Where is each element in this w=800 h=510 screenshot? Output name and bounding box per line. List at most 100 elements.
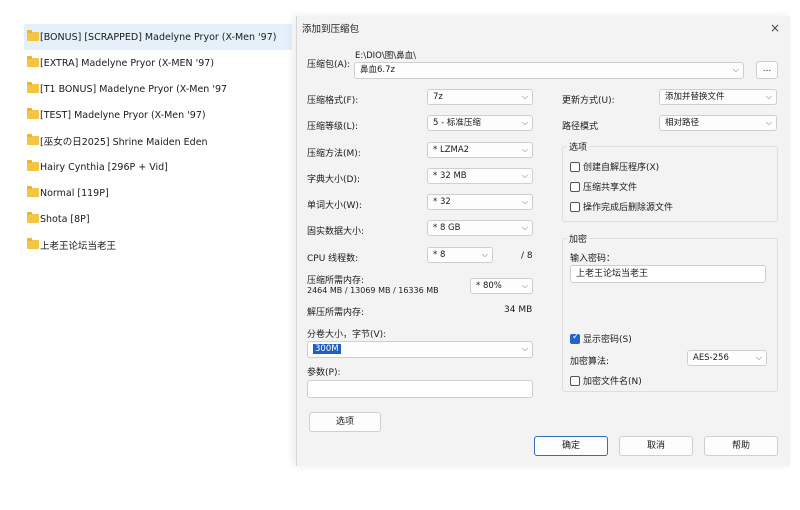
file-name: Hairy Cynthia [296P + Vid] <box>40 161 168 173</box>
archive-label: 压缩包(A): <box>307 60 351 70</box>
shared-label: 压缩共享文件 <box>583 183 638 193</box>
threads-max: / 8 <box>521 251 533 261</box>
file-name: [EXTRA] Madelyne Pryor (X-MEN '97) <box>40 57 215 69</box>
folder-icon <box>27 30 39 41</box>
solid-combo[interactable]: * 8 GB ⌵ <box>427 220 533 236</box>
level-combo[interactable]: 5 - 标准压缩 ⌵ <box>427 115 533 131</box>
archive-path: E:\DIO\图\鼻血\ <box>355 51 416 61</box>
path-label: 路径模式 <box>562 122 599 132</box>
show-password-checkbox[interactable]: 显示密码(S) <box>570 332 632 345</box>
update-label: 更新方式(U): <box>562 96 615 106</box>
mem-percent-combo[interactable]: * 80% ⌵ <box>470 278 533 294</box>
delete-label: 操作完成后删除源文件 <box>583 203 674 213</box>
add-to-archive-dialog: 添加到压缩包 × 压缩包(A): E:\DIO\图\鼻血\ 鼻血6.7z ⌵ ..… <box>296 16 790 466</box>
chevron-down-icon: ⌵ <box>765 92 772 101</box>
mem-percent-value: * 80% <box>476 281 502 291</box>
file-name: Shota [8P] <box>40 213 90 225</box>
mem-decomp-value: 34 MB <box>504 305 533 315</box>
word-combo[interactable]: * 32 ⌵ <box>427 194 533 210</box>
sfx-checkbox[interactable]: 创建自解压程序(X) <box>570 160 659 173</box>
file-item[interactable]: Hairy Cynthia [296P + Vid] <box>24 154 292 180</box>
format-label: 压缩格式(F): <box>307 96 359 106</box>
file-item[interactable]: [巫女の日2025] Shrine Maiden Eden <box>24 128 292 154</box>
level-value: 5 - 标准压缩 <box>433 118 481 128</box>
dialog-title: 添加到压缩包 <box>302 24 360 35</box>
chevron-down-icon: ⌵ <box>521 281 528 290</box>
mem-decomp-label: 解压所需内存: <box>307 308 365 318</box>
ok-button[interactable]: 确定 <box>534 436 608 456</box>
enc-method-combo[interactable]: AES-256 ⌵ <box>687 350 767 366</box>
method-combo[interactable]: * LZMA2 ⌵ <box>427 142 533 158</box>
close-icon[interactable]: × <box>770 21 780 35</box>
file-name: [巫女の日2025] Shrine Maiden Eden <box>40 137 208 148</box>
checkbox-icon <box>570 201 580 212</box>
chevron-down-icon: ⌵ <box>521 118 528 127</box>
chevron-down-icon: ⌵ <box>521 92 528 101</box>
format-value: 7z <box>433 92 443 102</box>
format-combo[interactable]: 7z ⌵ <box>427 89 533 105</box>
enc-method-label: 加密算法: <box>570 357 610 367</box>
chevron-down-icon: ⌵ <box>521 145 528 154</box>
checkbox-icon <box>570 161 580 172</box>
chevron-down-icon: ⌵ <box>521 223 528 232</box>
file-item[interactable]: [BONUS] [SCRAPPED] Madelyne Pryor (X-Men… <box>24 24 292 50</box>
delete-checkbox[interactable]: 操作完成后删除源文件 <box>570 200 673 213</box>
browse-button[interactable]: ... <box>756 61 778 79</box>
folder-icon <box>27 238 39 249</box>
method-value: * LZMA2 <box>433 145 470 155</box>
archive-name-combo[interactable]: 鼻血6.7z ⌵ <box>354 62 744 79</box>
chevron-down-icon: ⌵ <box>481 250 488 259</box>
folder-icon <box>27 82 39 93</box>
split-value: 300M <box>313 344 341 354</box>
solid-value: * 8 GB <box>433 223 461 233</box>
word-label: 单词大小(W): <box>307 201 362 211</box>
file-name: [TEST] Madelyne Pryor (X-Men '97) <box>40 109 206 121</box>
file-name: 上老王论坛当老王 <box>40 241 117 252</box>
options-group-title: 选项 <box>567 140 590 153</box>
params-label: 参数(P): <box>307 368 341 378</box>
shared-checkbox[interactable]: 压缩共享文件 <box>570 180 637 193</box>
threads-combo[interactable]: * 8 ⌵ <box>427 247 493 263</box>
options-button[interactable]: 选项 <box>309 412 381 432</box>
chevron-down-icon: ⌵ <box>732 65 739 74</box>
file-name: [BONUS] [SCRAPPED] Madelyne Pryor (X-Men… <box>40 31 277 43</box>
folder-icon <box>27 56 39 67</box>
split-combo[interactable]: 300M ⌵ <box>307 341 533 358</box>
folder-icon <box>27 186 39 197</box>
mem-comp-detail: 2464 MB / 13069 MB / 16336 MB <box>307 286 439 295</box>
file-item[interactable]: Normal [119P] <box>24 180 292 206</box>
folder-icon <box>27 212 39 223</box>
sfx-label: 创建自解压程序(X) <box>583 163 660 173</box>
chevron-down-icon: ⌵ <box>521 344 528 353</box>
file-item[interactable]: Shota [8P] <box>24 206 292 232</box>
folder-icon <box>27 160 39 171</box>
path-combo[interactable]: 相对路径 ⌵ <box>659 115 777 131</box>
checkbox-icon <box>570 181 580 192</box>
show-password-label: 显示密码(S) <box>583 335 632 345</box>
solid-label: 固实数据大小: <box>307 227 365 237</box>
file-list: [BONUS] [SCRAPPED] Madelyne Pryor (X-Men… <box>24 24 292 258</box>
file-item[interactable]: [T1 BONUS] Madelyne Pryor (X-Men '97 <box>24 76 292 102</box>
dict-label: 字典大小(D): <box>307 175 360 185</box>
level-label: 压缩等级(L): <box>307 122 359 132</box>
chevron-down-icon: ⌵ <box>765 118 772 127</box>
update-combo[interactable]: 添加并替换文件 ⌵ <box>659 89 777 105</box>
dict-combo[interactable]: * 32 MB ⌵ <box>427 168 533 184</box>
password-input[interactable]: 上老王论坛当老王 <box>570 265 766 283</box>
file-item[interactable]: [TEST] Madelyne Pryor (X-Men '97) <box>24 102 292 128</box>
word-value: * 32 <box>433 197 451 207</box>
encrypt-names-checkbox[interactable]: 加密文件名(N) <box>570 374 642 387</box>
params-input[interactable] <box>307 380 533 398</box>
dict-value: * 32 MB <box>433 171 467 181</box>
method-label: 压缩方法(M): <box>307 149 361 159</box>
mem-comp-label: 压缩所需内存: <box>307 276 365 286</box>
enc-method-value: AES-256 <box>693 353 729 363</box>
folder-icon <box>27 134 39 145</box>
threads-label: CPU 线程数: <box>307 254 359 264</box>
chevron-down-icon: ⌵ <box>521 197 528 206</box>
folder-icon <box>27 108 39 119</box>
cancel-button[interactable]: 取消 <box>619 436 693 456</box>
file-item[interactable]: [EXTRA] Madelyne Pryor (X-MEN '97) <box>24 50 292 76</box>
file-item[interactable]: 上老王论坛当老王 <box>24 232 292 258</box>
help-button[interactable]: 帮助 <box>704 436 778 456</box>
